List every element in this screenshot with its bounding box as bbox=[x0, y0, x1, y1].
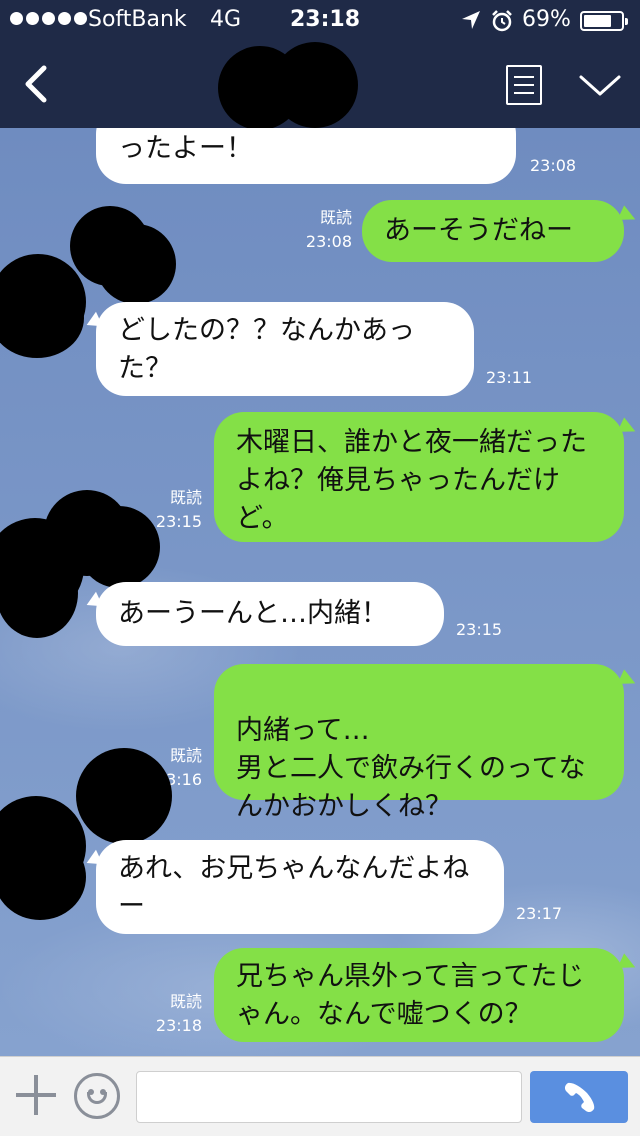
redaction-mark bbox=[0, 278, 84, 358]
message-time: 23:15 bbox=[155, 512, 202, 531]
signal-strength-icon bbox=[10, 12, 87, 25]
carrier-label: SoftBank bbox=[88, 7, 187, 32]
location-arrow-icon bbox=[462, 11, 480, 29]
message-text: ったよー！ bbox=[118, 133, 253, 164]
received-message[interactable]: あーうーんと…内緒！ bbox=[96, 582, 444, 646]
message-text: 兄ちゃん県外って言ってたじゃん。なんで嘘つくの？ bbox=[236, 961, 585, 1030]
message-input[interactable] bbox=[136, 1071, 522, 1123]
message-text: あーそうだねー bbox=[384, 215, 573, 246]
sent-message[interactable]: 木曜日、誰かと夜一緒だったよね？俺見ちゃったんだけど。 bbox=[214, 412, 624, 542]
message-text: あれ、お兄ちゃんなんだよねー bbox=[118, 853, 470, 922]
plus-icon[interactable] bbox=[16, 1075, 56, 1115]
redaction-mark bbox=[78, 506, 160, 588]
redaction-mark bbox=[272, 42, 358, 128]
message-text: あーうーんと…内緒！ bbox=[118, 598, 388, 629]
back-chevron-icon[interactable] bbox=[18, 64, 58, 104]
sent-message[interactable]: 兄ちゃん県外って言ってたじゃん。なんで嘘つくの？ bbox=[214, 948, 624, 1042]
redaction-mark bbox=[76, 748, 172, 844]
sent-message[interactable]: 内緒って… 男と二人で飲み行くのってなんかおかしくね？ bbox=[214, 664, 624, 822]
received-message[interactable]: あれ、お兄ちゃんなんだよねー bbox=[96, 840, 504, 934]
chat-messages-area[interactable]: ったよー！ 23:08 既読 23:08 あーそうだねー どしたの？？なんかあっ… bbox=[0, 128, 640, 1056]
phone-icon bbox=[564, 1082, 595, 1113]
redaction-mark bbox=[0, 548, 78, 638]
redaction-mark bbox=[96, 224, 176, 304]
battery-icon bbox=[580, 11, 628, 31]
menu-list-icon[interactable] bbox=[506, 65, 542, 105]
emoji-smile-icon[interactable] bbox=[74, 1073, 120, 1119]
message-time: 23:18 bbox=[155, 1016, 202, 1035]
network-type: 4G bbox=[210, 7, 242, 32]
sent-message[interactable]: あーそうだねー bbox=[362, 200, 624, 262]
battery-percent: 69% bbox=[522, 7, 571, 32]
message-time: 23:08 bbox=[305, 232, 352, 251]
received-message[interactable]: どしたの？？なんかあった？ bbox=[96, 302, 474, 396]
chevron-down-icon[interactable] bbox=[578, 72, 622, 100]
message-text: どしたの？？なんかあった？ bbox=[118, 315, 415, 384]
message-time: 23:08 bbox=[530, 156, 577, 175]
alarm-icon bbox=[492, 10, 512, 32]
read-receipt: 既読 bbox=[169, 992, 202, 1011]
chat-header bbox=[0, 40, 640, 130]
received-message[interactable]: ったよー！ bbox=[96, 128, 516, 184]
read-receipt: 既読 bbox=[319, 208, 352, 227]
read-receipt: 既読 bbox=[169, 488, 202, 507]
call-button[interactable] bbox=[530, 1071, 628, 1123]
status-bar: SoftBank 4G 23:18 69% bbox=[0, 0, 640, 40]
message-text: 木曜日、誰かと夜一緒だったよね？俺見ちゃったんだけど。 bbox=[236, 427, 587, 534]
status-time: 23:18 bbox=[290, 7, 361, 32]
message-time: 23:15 bbox=[456, 620, 503, 639]
message-input-bar bbox=[0, 1056, 640, 1136]
redaction-mark bbox=[0, 834, 86, 920]
message-text: 内緒って… 男と二人で飲み行くのってなんかおかしくね？ bbox=[236, 715, 586, 822]
message-time: 23:17 bbox=[516, 904, 563, 923]
message-time: 23:11 bbox=[486, 368, 533, 387]
